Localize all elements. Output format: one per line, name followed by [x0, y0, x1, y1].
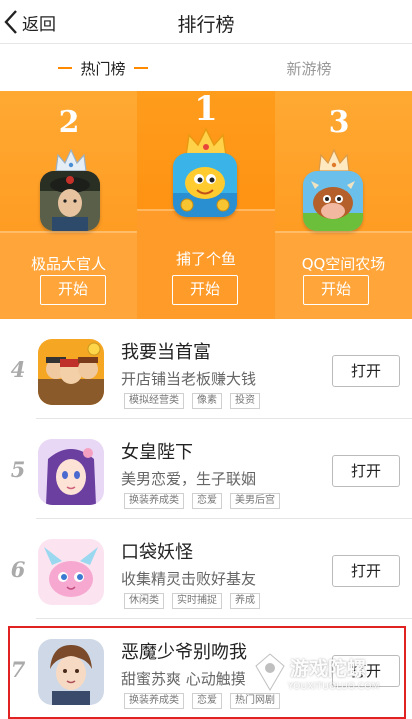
tab-hot[interactable]: 热门榜: [0, 45, 206, 91]
tag: 实时捕捉: [172, 593, 222, 609]
tag: 美男后宫: [230, 493, 280, 509]
open-button[interactable]: 打开: [332, 555, 400, 587]
richest-game-icon: [38, 339, 104, 405]
list-item-rank: 4: [10, 357, 26, 382]
tag: 投资: [230, 393, 260, 409]
list-item-title: 口袋妖怪: [121, 542, 193, 563]
podium-rank-2: 2: [58, 105, 80, 140]
ranking-tabs: 热门榜 新游榜: [0, 45, 412, 91]
tag: 恋爱: [192, 493, 222, 509]
list-item-title: 恶魔少爷别吻我: [121, 642, 247, 663]
page-title: 排行榜: [177, 14, 235, 36]
official-game-icon[interactable]: [40, 171, 100, 231]
list-item[interactable]: 5 女皇陛下 美男恋爱，生子联姻 换装养成类 恋爱 美男后宫 打开: [0, 419, 412, 519]
list-item-description: 美男恋爱，生子联姻: [121, 470, 257, 488]
start-button-rank-3[interactable]: 开始: [303, 275, 369, 305]
podium-game-name-3: QQ空间农场: [301, 255, 386, 273]
podium-rank-1: 1: [194, 91, 218, 129]
list-item-description: 甜蜜苏爽 心动触摸: [121, 670, 246, 688]
list-item[interactable]: 6 口袋妖怪 收集精灵击败好基友 休闲类 实时捕捉 养成 打开: [0, 519, 412, 619]
farm-game-icon[interactable]: [303, 171, 363, 231]
tab-new[interactable]: 新游榜: [206, 45, 412, 91]
list-item[interactable]: 4 我要当首富 开店铺当老板赚大钱 模拟经营类 像素 投资 打开: [0, 319, 412, 419]
tag: 换装养成类: [124, 693, 184, 709]
tag: 养成: [230, 593, 260, 609]
list-item-rank: 6: [10, 557, 26, 582]
tag: 像素: [192, 393, 222, 409]
open-button[interactable]: 打开: [332, 355, 400, 387]
list-item-tags: 模拟经营类 像素 投资: [124, 393, 268, 409]
list-item-rank: 5: [10, 457, 26, 482]
crown-icon: [317, 149, 351, 173]
tag: 换装养成类: [124, 493, 184, 509]
tag: 模拟经营类: [124, 393, 184, 409]
top-nav-bar: 返回 排行榜: [0, 0, 412, 44]
tag: 恋爱: [192, 693, 222, 709]
start-button-rank-1[interactable]: 开始: [172, 275, 238, 305]
podium-game-name-2: 极品大官人: [30, 255, 106, 273]
watermark-text: 游戏陀螺: [290, 658, 367, 680]
top-three-podium: 1 2 3 捕了个鱼 极品大官人 QQ空间农场 开始 开始 开始: [0, 91, 412, 319]
list-item-description: 开店铺当老板赚大钱: [121, 370, 257, 388]
podium-game-name-1: 捕了个鱼: [175, 250, 236, 268]
pocket-monster-game-icon: [38, 539, 104, 605]
list-item-rank: 7: [10, 657, 26, 682]
crown-icon: [54, 149, 88, 173]
tab-indicator-left: [58, 67, 73, 69]
list-item-tags: 休闲类 实时捕捉 养成: [124, 593, 268, 609]
spinning-top-logo-icon: [255, 653, 285, 691]
open-button[interactable]: 打开: [332, 455, 400, 487]
tab-hot-label: 热门榜: [80, 59, 126, 78]
tab-indicator-right: [133, 67, 148, 69]
fish-game-icon[interactable]: [173, 153, 237, 217]
list-item-description: 收集精灵击败好基友: [121, 570, 257, 588]
start-button-rank-2[interactable]: 开始: [40, 275, 106, 305]
list-item-title: 女皇陛下: [121, 442, 193, 463]
empress-game-icon: [38, 439, 104, 505]
list-item-tags: 换装养成类 恋爱 美男后宫: [124, 493, 288, 509]
tab-new-label: 新游榜: [286, 59, 332, 78]
tag: 休闲类: [124, 593, 164, 609]
demon-master-game-icon: [38, 639, 104, 705]
list-item-title: 我要当首富: [121, 342, 211, 363]
podium-rank-3: 3: [328, 105, 350, 140]
watermark: 游戏陀螺 YOUXITUOLUO.COM: [250, 644, 400, 712]
watermark-url: YOUXITUOLUO.COM: [288, 682, 380, 692]
